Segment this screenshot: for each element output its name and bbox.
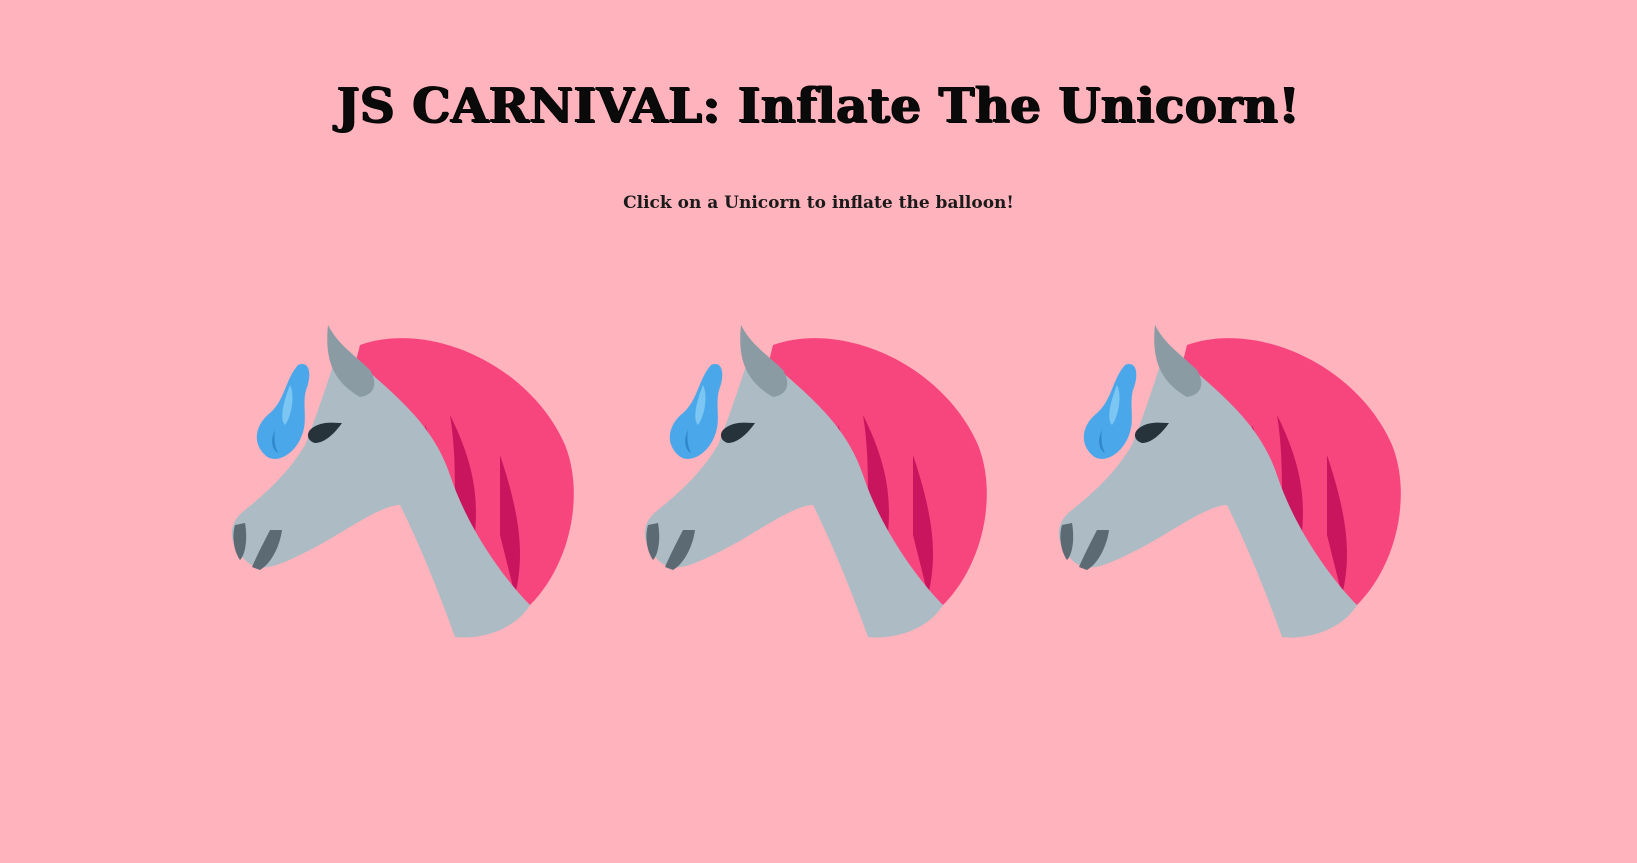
unicorn-button-2[interactable] bbox=[643, 325, 1003, 665]
balloon-icon bbox=[1083, 364, 1137, 459]
unicorn-button-1[interactable] bbox=[230, 325, 590, 665]
unicorn-icon bbox=[1058, 325, 1401, 638]
unicorn-icon bbox=[644, 325, 987, 638]
unicorn-icon bbox=[231, 325, 574, 638]
balloon-icon bbox=[256, 364, 310, 459]
balloon-icon bbox=[669, 364, 723, 459]
unicorn-button-3[interactable] bbox=[1057, 325, 1417, 665]
page-title: JS CARNIVAL: Inflate The Unicorn! bbox=[336, 78, 1301, 134]
instruction-text: Click on a Unicorn to inflate the balloo… bbox=[623, 193, 1014, 213]
